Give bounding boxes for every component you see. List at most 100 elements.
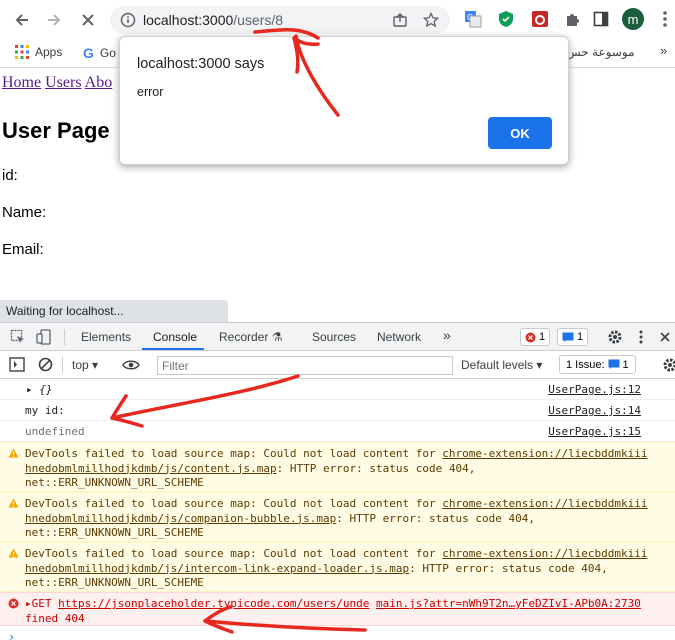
info-icon[interactable] <box>120 12 136 28</box>
error-text: ▸GET https://jsonplaceholder.typicode.co… <box>25 597 641 626</box>
close-devtools-icon[interactable] <box>659 331 671 343</box>
error-url-link[interactable]: https://jsonplaceholder.typicode.com/use… <box>58 597 369 610</box>
warning-link[interactable]: chrome-extension://liecbddmkiii <box>442 497 647 510</box>
error-status: 404 <box>64 611 85 625</box>
warning-icon <box>8 448 19 458</box>
tab-recorder[interactable]: Recorder ⚗ <box>219 330 282 344</box>
log-source-link[interactable]: UserPage.js:14 <box>548 404 641 417</box>
tab-elements[interactable]: Elements <box>81 330 131 344</box>
address-bar[interactable]: localhost:3000/users/8 <box>110 6 450 34</box>
tab-network[interactable]: Network <box>377 330 421 344</box>
ok-button[interactable]: OK <box>488 117 552 149</box>
arrow-right-icon <box>48 14 61 26</box>
arrow-left-icon <box>15 14 28 26</box>
error-circle-icon <box>8 598 19 609</box>
nav-users-link[interactable]: Users <box>45 74 81 91</box>
more-tabs-button[interactable]: » <box>443 327 451 343</box>
kebab-menu-icon[interactable] <box>638 329 644 345</box>
profile-avatar[interactable]: m <box>622 8 644 30</box>
issues-badge[interactable]: 1 Issue: 1 <box>559 355 636 374</box>
console-log-row: undefined UserPage.js:15 <box>0 421 675 442</box>
star-icon[interactable] <box>423 12 439 28</box>
stop-button[interactable] <box>76 8 100 32</box>
apps-grid-icon <box>15 45 29 59</box>
warning-link[interactable]: hnedobmlmillhodjkdmb/js/content.js.map <box>25 462 277 475</box>
console-warning-row: DevTools failed to load source map: Coul… <box>0 492 675 542</box>
warning-line2: : HTTP error: status code 404, <box>336 511 535 525</box>
error-url-continued: fined <box>25 611 59 625</box>
error-source-link[interactable]: main.js?attr=nWh9T2n…yFeDZIvI-APb0A:2730 <box>376 597 641 610</box>
levels-value: Default levels <box>461 358 534 372</box>
inspect-element-icon[interactable] <box>10 329 26 345</box>
toolbar-divider <box>62 357 63 373</box>
expand-triangle-icon[interactable]: ▸ <box>25 597 32 610</box>
translate-extension[interactable]: G <box>463 9 483 29</box>
issues-label: 1 Issue: <box>566 358 605 371</box>
error-count-badge[interactable]: 1 <box>520 328 551 346</box>
log-object[interactable]: ▸ {} <box>26 383 53 398</box>
svg-text:G: G <box>467 13 473 22</box>
console-warning-row: DevTools failed to load source map: Coul… <box>0 542 675 592</box>
error-circle-icon <box>525 332 536 342</box>
extensions-button[interactable] <box>562 9 582 29</box>
kebab-menu-icon <box>663 11 667 27</box>
nav-about-link[interactable]: Abo <box>85 74 113 91</box>
forward-button[interactable] <box>42 8 66 32</box>
bookmark-apps-label: Apps <box>35 45 63 59</box>
error-method: GET <box>31 597 52 610</box>
console-warning-row: DevTools failed to load source map: Coul… <box>0 442 675 492</box>
log-text: undefined <box>25 425 85 438</box>
console-settings-gear-icon[interactable] <box>662 357 675 373</box>
back-button[interactable] <box>10 8 34 32</box>
warning-text: DevTools failed to load source map: Coul… <box>25 547 648 591</box>
warning-line1: DevTools failed to load source map: Coul… <box>25 497 443 510</box>
device-toolbar-icon[interactable] <box>36 329 52 345</box>
bookmark-google[interactable]: G Go <box>83 45 116 61</box>
share-icon[interactable] <box>392 12 408 28</box>
warning-link[interactable]: hnedobmlmillhodjkdmb/js/intercom-link-ex… <box>25 562 409 575</box>
alert-dialog: localhost:3000 says error OK <box>119 36 569 165</box>
console-output: ▸ {} UserPage.js:12 my id: UserPage.js:1… <box>0 379 675 640</box>
email-label: Email: <box>2 241 44 258</box>
message-count: 1 <box>577 331 584 343</box>
nav-home-link[interactable]: Home <box>2 74 41 91</box>
warning-icon <box>8 548 19 558</box>
message-count-badge[interactable]: 1 <box>557 328 589 346</box>
levels-select[interactable]: Default levels ▾ <box>461 358 542 372</box>
google-logo-icon: G <box>83 45 94 61</box>
warning-link[interactable]: chrome-extension://liecbddmkiii <box>442 547 647 560</box>
message-icon <box>608 359 620 369</box>
chevron-down-icon: ▾ <box>92 358 99 372</box>
warning-link[interactable]: chrome-extension://liecbddmkiii <box>442 447 647 460</box>
error-count: 1 <box>539 331 546 343</box>
warning-line1: DevTools failed to load source map: Coul… <box>25 547 443 560</box>
eye-icon[interactable] <box>122 359 140 371</box>
bug-extension[interactable] <box>530 9 550 29</box>
log-source-link[interactable]: UserPage.js:12 <box>548 383 641 396</box>
tab-sources[interactable]: Sources <box>312 330 356 344</box>
log-source-link[interactable]: UserPage.js:15 <box>548 425 641 438</box>
side-panel-button[interactable] <box>591 9 611 29</box>
status-bubble: Waiting for localhost... <box>0 300 228 322</box>
shield-extension[interactable] <box>496 9 516 29</box>
page-nav: Home Users Abo <box>2 74 112 92</box>
context-select[interactable]: top ▾ <box>72 358 98 372</box>
url-text: localhost:3000/users/8 <box>143 12 283 28</box>
warning-link[interactable]: hnedobmlmillhodjkdmb/js/companion-bubble… <box>25 512 336 525</box>
bookmark-apps[interactable]: Apps <box>15 45 62 59</box>
page-title: User Page <box>2 118 110 143</box>
tab-console[interactable]: Console <box>153 330 197 344</box>
devtools-tab-bar: Elements Console Recorder ⚗ Sources Netw… <box>0 323 675 351</box>
bookmarks-overflow[interactable]: » <box>660 43 667 58</box>
translate-icon: G <box>465 11 482 28</box>
bookmark-rtl[interactable]: موسوعة حس <box>566 45 635 59</box>
side-panel-icon <box>593 11 609 27</box>
console-error-row: ▸GET https://jsonplaceholder.typicode.co… <box>0 592 675 626</box>
menu-button[interactable] <box>655 9 675 29</box>
warning-line3: net::ERR_UNKNOWN_URL_SCHEME <box>25 476 204 489</box>
console-prompt-icon[interactable]: › <box>8 630 15 640</box>
filter-input[interactable] <box>157 356 453 375</box>
sidebar-toggle-icon[interactable] <box>9 357 25 372</box>
clear-console-icon[interactable] <box>38 357 53 372</box>
gear-icon[interactable] <box>607 329 623 345</box>
